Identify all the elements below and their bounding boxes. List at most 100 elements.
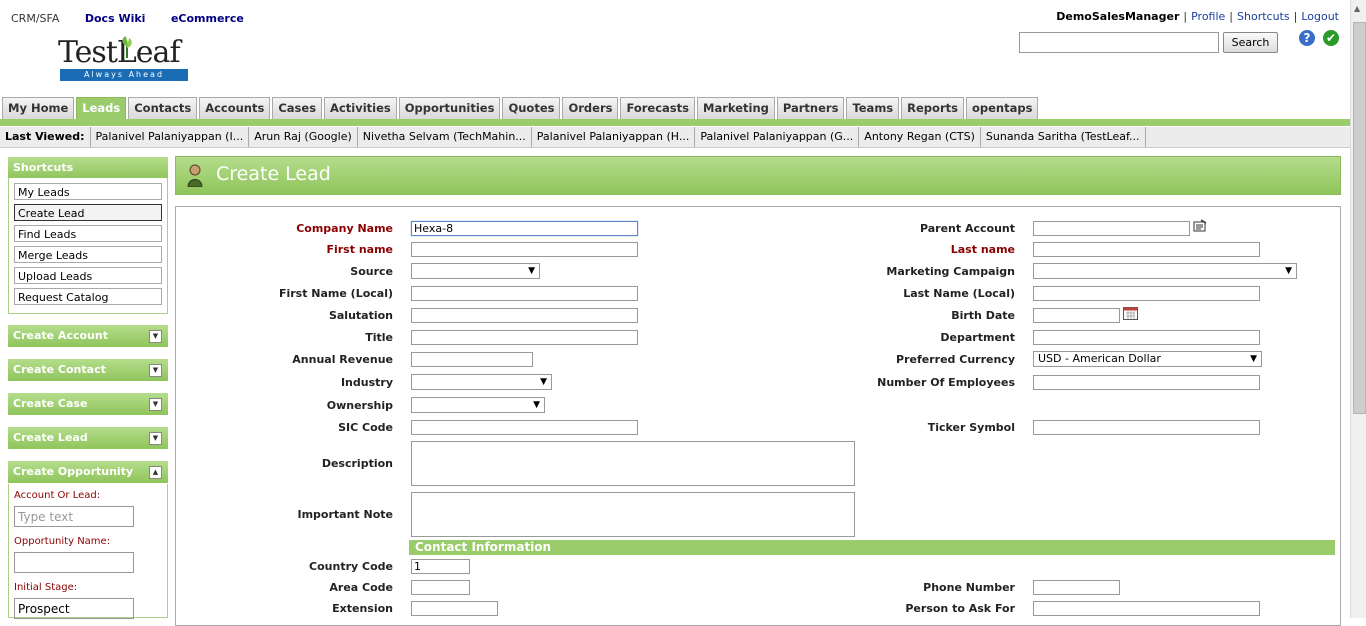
description-textarea[interactable] — [411, 441, 855, 486]
first-name-local-input[interactable] — [411, 286, 638, 301]
scrollbar-thumb[interactable] — [1353, 22, 1366, 414]
shortcut-upload-leads[interactable]: Upload Leads — [14, 267, 162, 284]
ticker-symbol-input[interactable] — [1033, 420, 1260, 435]
last-name-local-label: Last Name (Local) — [903, 287, 1015, 300]
shortcut-my-leads[interactable]: My Leads — [14, 183, 162, 200]
tab-activities[interactable]: Activities — [324, 97, 397, 119]
first-name-input[interactable] — [411, 242, 638, 257]
chevron-down-icon[interactable]: ▼ — [149, 364, 162, 377]
username: DemoSalesManager — [1056, 10, 1180, 23]
last-viewed-item[interactable]: Palanivel Palaniyappan (G... — [695, 127, 860, 147]
tab-opentaps[interactable]: opentaps — [965, 97, 1039, 119]
salutation-input[interactable] — [411, 308, 638, 323]
number-of-employees-input[interactable] — [1033, 375, 1260, 390]
phone-number-label: Phone Number — [923, 581, 1015, 594]
create-opportunity-header[interactable]: Create Opportunity ▲ — [8, 461, 168, 483]
tab-partners[interactable]: Partners — [776, 97, 845, 119]
shortcut-create-lead[interactable]: Create Lead — [14, 204, 162, 221]
annual-revenue-input[interactable] — [411, 352, 533, 367]
last-viewed-item[interactable]: Palanivel Palaniyappan (H... — [532, 127, 696, 147]
country-code-input[interactable]: 1 — [411, 559, 470, 574]
account-or-lead-input[interactable]: Type text — [14, 506, 134, 527]
page-header: Create Lead — [175, 156, 1341, 195]
tab-forecasts[interactable]: Forecasts — [620, 97, 695, 119]
shortcut-merge-leads[interactable]: Merge Leads — [14, 246, 162, 263]
person-to-ask-for-input[interactable] — [1033, 601, 1260, 616]
parent-account-input[interactable] — [1033, 221, 1190, 236]
ownership-select[interactable]: ▼ — [411, 397, 545, 413]
calendar-icon[interactable] — [1123, 306, 1138, 320]
source-label: Source — [350, 265, 393, 278]
marketing-campaign-label: Marketing Campaign — [886, 265, 1015, 278]
last-viewed-item[interactable]: Sunanda Saritha (TestLeaf... — [981, 127, 1146, 147]
chevron-down-icon: ▼ — [1250, 354, 1257, 364]
profile-link[interactable]: Profile — [1191, 10, 1225, 23]
tab-my-home[interactable]: My Home — [2, 97, 75, 119]
search-button[interactable]: Search — [1223, 32, 1278, 53]
tab-marketing[interactable]: Marketing — [697, 97, 775, 119]
preferred-currency-label: Preferred Currency — [896, 353, 1015, 366]
create-opportunity-label: Create Opportunity — [13, 465, 134, 478]
last-name-local-input[interactable] — [1033, 286, 1260, 301]
check-icon[interactable]: ✔ — [1323, 30, 1339, 46]
chevron-down-icon[interactable]: ▼ — [149, 398, 162, 411]
help-icon[interactable]: ? — [1299, 30, 1315, 46]
person-to-ask-for-label: Person to Ask For — [905, 602, 1015, 615]
last-viewed-item[interactable]: Antony Regan (CTS) — [859, 127, 981, 147]
last-viewed-item[interactable]: Arun Raj (Google) — [249, 127, 358, 147]
shortcut-find-leads[interactable]: Find Leads — [14, 225, 162, 242]
tab-quotes[interactable]: Quotes — [502, 97, 561, 119]
chevron-up-icon[interactable]: ▲ — [149, 466, 162, 479]
last-viewed-item[interactable]: Nivetha Selvam (TechMahin... — [358, 127, 532, 147]
create-case-header[interactable]: Create Case ▼ — [8, 393, 168, 415]
opportunity-name-input[interactable] — [14, 552, 134, 573]
tab-orders[interactable]: Orders — [562, 97, 619, 119]
important-note-label: Important Note — [297, 508, 394, 521]
company-name-input[interactable]: Hexa-8 — [411, 221, 638, 236]
marketing-campaign-select[interactable]: ▼ — [1033, 263, 1297, 279]
scroll-up-icon[interactable]: ▲ — [1354, 4, 1360, 13]
title-input[interactable] — [411, 330, 638, 345]
search-input[interactable] — [1019, 32, 1219, 53]
important-note-textarea[interactable] — [411, 492, 855, 537]
tab-leads[interactable]: Leads — [76, 97, 127, 119]
department-label: Department — [940, 331, 1015, 344]
birth-date-input[interactable] — [1033, 308, 1120, 323]
description-label: Description — [321, 457, 393, 470]
crm-sfa-link[interactable]: CRM/SFA — [11, 12, 59, 25]
create-lead-header[interactable]: Create Lead ▼ — [8, 427, 168, 449]
industry-select[interactable]: ▼ — [411, 374, 552, 390]
docs-wiki-link[interactable]: Docs Wiki — [85, 12, 146, 25]
area-code-input[interactable] — [411, 580, 470, 595]
sic-code-input[interactable] — [411, 420, 638, 435]
chevron-down-icon[interactable]: ▼ — [149, 330, 162, 343]
department-input[interactable] — [1033, 330, 1260, 345]
initial-stage-select[interactable]: Prospect — [14, 598, 134, 619]
preferred-currency-select[interactable]: USD - American Dollar ▼ — [1033, 351, 1262, 367]
tab-accounts[interactable]: Accounts — [199, 97, 271, 119]
tab-reports[interactable]: Reports — [901, 97, 964, 119]
create-contact-header[interactable]: Create Contact ▼ — [8, 359, 168, 381]
chevron-down-icon: ▼ — [533, 400, 540, 410]
ecommerce-link[interactable]: eCommerce — [171, 12, 244, 25]
tab-cases[interactable]: Cases — [272, 97, 323, 119]
shortcuts-link[interactable]: Shortcuts — [1237, 10, 1290, 23]
lookup-icon[interactable] — [1193, 219, 1207, 232]
source-select[interactable]: ▼ — [411, 263, 540, 279]
chevron-down-icon[interactable]: ▼ — [149, 432, 162, 445]
tab-teams[interactable]: Teams — [846, 97, 900, 119]
testleaf-logo[interactable]: TestLeaf Always Ahead — [58, 36, 188, 84]
sic-code-label: SIC Code — [338, 421, 393, 434]
tab-opportunities[interactable]: Opportunities — [398, 97, 501, 119]
create-contact-label: Create Contact — [13, 363, 106, 376]
logout-link[interactable]: Logout — [1301, 10, 1339, 23]
phone-number-input[interactable] — [1033, 580, 1120, 595]
create-account-header[interactable]: Create Account ▼ — [8, 325, 168, 347]
annual-revenue-label: Annual Revenue — [292, 353, 393, 366]
shortcut-request-catalog[interactable]: Request Catalog — [14, 288, 162, 305]
extension-input[interactable] — [411, 601, 498, 616]
last-viewed-item[interactable]: Palanivel Palaniyappan (I... — [91, 127, 250, 147]
tab-contacts[interactable]: Contacts — [128, 97, 198, 119]
vertical-scrollbar[interactable]: ▲ — [1350, 0, 1366, 618]
last-name-input[interactable] — [1033, 242, 1260, 257]
